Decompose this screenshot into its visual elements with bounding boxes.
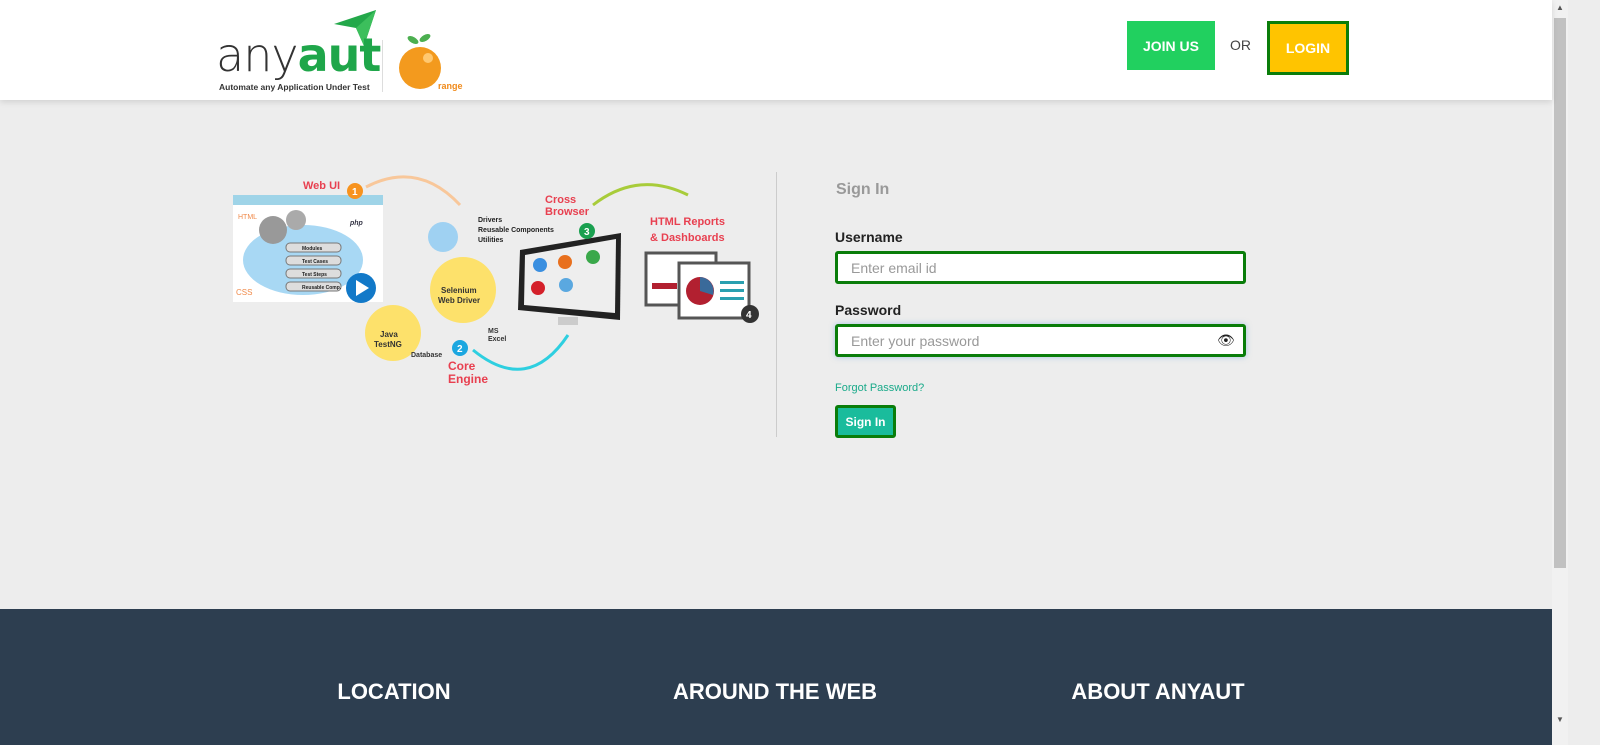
svg-text:php: php <box>349 220 364 227</box>
workflow-illustration: Modules Test Cases Test Steps Reusable C… <box>233 175 759 386</box>
partner-text: range <box>438 81 463 91</box>
svg-text:4: 4 <box>746 310 752 321</box>
username-input[interactable] <box>835 251 1246 284</box>
svg-text:1: 1 <box>352 187 358 198</box>
scrollbar-thumb[interactable] <box>1554 18 1566 568</box>
svg-text:Web UI: Web UI <box>303 180 340 192</box>
forgot-password-link[interactable]: Forgot Password? <box>835 382 924 394</box>
svg-text:CSS: CSS <box>236 288 252 297</box>
logo-tagline: Automate any Application Under Test <box>219 82 370 92</box>
svg-text:Cross: Cross <box>545 194 576 206</box>
show-password-eye-icon[interactable]: 👁 <box>1217 332 1235 349</box>
vertical-divider <box>776 172 777 437</box>
vertical-scrollbar[interactable]: ▲ ▼ <box>1552 0 1568 745</box>
svg-text:2: 2 <box>457 344 463 355</box>
svg-text:3: 3 <box>584 227 590 238</box>
svg-text:TestNG: TestNG <box>374 340 402 349</box>
svg-text:Drivers: Drivers <box>478 217 502 224</box>
svg-text:Modules: Modules <box>302 246 322 252</box>
scroll-up-arrow-icon[interactable]: ▲ <box>1556 3 1564 12</box>
svg-text:MS: MS <box>488 328 499 335</box>
password-label: Password <box>835 302 902 318</box>
svg-text:HTML: HTML <box>238 214 257 221</box>
svg-text:Selenium: Selenium <box>441 286 477 295</box>
login-button[interactable]: LOGIN <box>1267 21 1349 75</box>
svg-text:Utilities: Utilities <box>478 237 503 244</box>
footer-about-heading: ABOUT ANYAUT <box>1071 679 1245 704</box>
footer: LOCATION AROUND THE WEB ABOUT ANYAUT <box>0 609 1552 745</box>
footer-location-heading: LOCATION <box>337 679 451 704</box>
signin-title: Sign In <box>836 181 890 198</box>
gear-icon <box>428 222 458 252</box>
logo-text: anyaut <box>216 28 381 82</box>
svg-text:Test Steps: Test Steps <box>302 272 327 278</box>
svg-text:Reusable Components: Reusable Components <box>478 227 554 234</box>
username-label: Username <box>835 229 903 245</box>
svg-text:Reusable Comp.: Reusable Comp. <box>302 285 342 291</box>
svg-text:& Dashboards: & Dashboards <box>650 232 725 244</box>
scroll-down-arrow-icon[interactable]: ▼ <box>1556 715 1564 724</box>
logo-divider <box>382 40 383 92</box>
svg-text:Database: Database <box>411 352 442 359</box>
svg-text:Engine: Engine <box>448 372 488 386</box>
or-text: OR <box>1230 37 1251 53</box>
svg-text:Test Cases: Test Cases <box>302 259 328 265</box>
header: anyaut Automate any Application Under Te… <box>0 0 1552 100</box>
join-us-button[interactable]: JOIN US <box>1127 21 1215 70</box>
svg-text:Web Driver: Web Driver <box>438 296 480 305</box>
svg-text:Core: Core <box>448 359 476 373</box>
svg-text:HTML Reports: HTML Reports <box>650 216 725 228</box>
svg-text:Excel: Excel <box>488 336 506 343</box>
svg-text:Browser: Browser <box>545 206 590 218</box>
anyaut-logo[interactable]: anyaut Automate any Application Under Te… <box>216 8 476 96</box>
footer-around-web-heading: AROUND THE WEB <box>672 679 878 704</box>
sign-in-button[interactable]: Sign In <box>835 405 896 438</box>
password-input[interactable] <box>835 324 1246 357</box>
svg-text:Java: Java <box>380 330 398 339</box>
